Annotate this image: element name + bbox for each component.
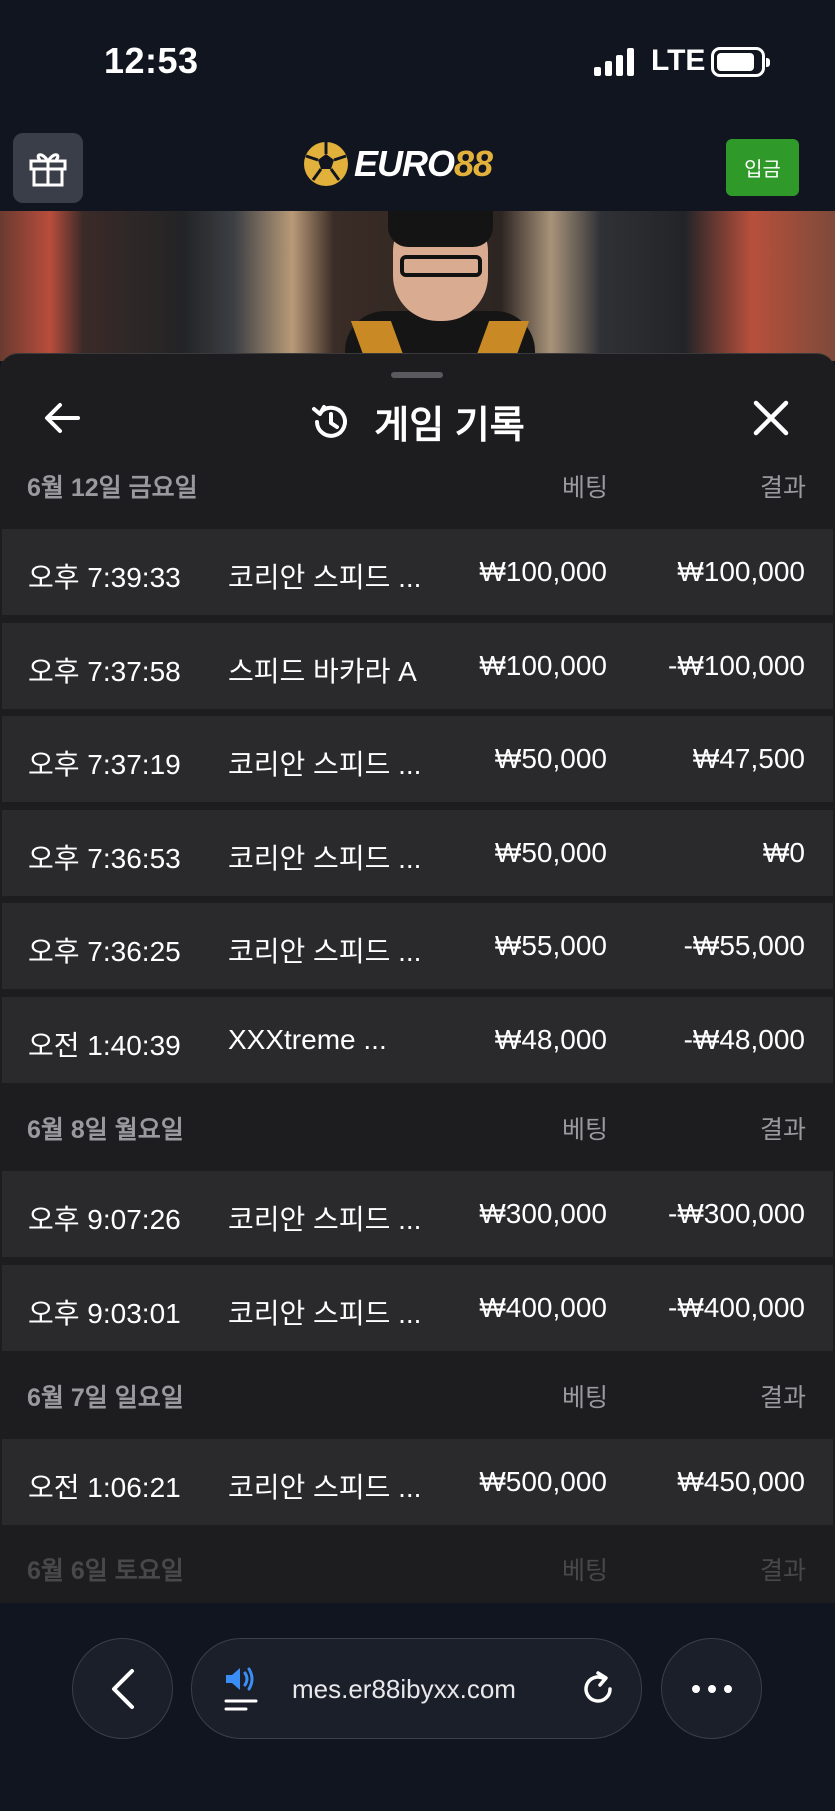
row-result: ₩47,500 xyxy=(692,743,805,774)
more-dot xyxy=(691,1684,700,1693)
gift-icon xyxy=(29,153,67,187)
bet-column-header: 베팅 xyxy=(561,1557,608,1585)
drag-handle[interactable] xyxy=(391,372,443,378)
row-game: XXXtreme ... xyxy=(228,1024,387,1055)
row-result: ₩450,000 xyxy=(677,1466,805,1497)
page-title: 게임 기록 xyxy=(374,405,525,447)
deposit-button[interactable]: 입금 xyxy=(726,139,799,196)
history-icon xyxy=(312,404,348,438)
logo-number: 88 xyxy=(454,143,493,184)
result-column-header: 결과 xyxy=(759,1557,806,1585)
row-bet: ₩400,000 xyxy=(479,1292,607,1323)
status-time: 12:53 xyxy=(104,40,199,81)
row-game: 코리안 스피드 ... xyxy=(228,562,422,593)
row-time: 오후 7:36:53 xyxy=(28,843,181,874)
history-row[interactable]: 오후 7:39:33 코리안 스피드 ... ₩100,000 ₩100,000 xyxy=(2,529,833,615)
group-date: 6월 8일 월요일 xyxy=(27,1116,184,1144)
row-game: 코리안 스피드 ... xyxy=(228,1472,422,1503)
row-bet: ₩300,000 xyxy=(479,1198,607,1229)
row-time: 오후 9:03:01 xyxy=(28,1298,181,1329)
row-result: -₩300,000 xyxy=(668,1198,805,1229)
game-history-sheet: 게임 기록 6월 12일 금요일 베팅 결과 오후 7:39:33 코리안 스피… xyxy=(0,353,835,1603)
browser-toolbar: mes.er88ibyxx.com xyxy=(0,1603,835,1811)
battery-icon xyxy=(711,47,770,77)
gift-button[interactable] xyxy=(13,133,83,203)
date-group-header: 6월 7일 일요일 베팅 결과 xyxy=(0,1364,835,1422)
group-date: 6월 7일 일요일 xyxy=(27,1384,184,1412)
url-text: mes.er88ibyxx.com xyxy=(292,1674,516,1704)
network-label: LTE xyxy=(651,44,706,77)
row-game: 코리안 스피드 ... xyxy=(228,936,422,967)
row-time: 오후 7:37:58 xyxy=(28,656,181,687)
soccer-ball-icon xyxy=(304,142,348,186)
more-dot xyxy=(723,1684,732,1693)
date-group-header: 6월 8일 월요일 베팅 결과 xyxy=(0,1096,835,1154)
row-bet: ₩100,000 xyxy=(479,650,607,681)
row-time: 오후 7:39:33 xyxy=(28,562,181,593)
bet-column-header: 베팅 xyxy=(561,474,608,502)
history-row[interactable]: 오전 1:06:21 코리안 스피드 ... ₩500,000 ₩450,000 xyxy=(2,1439,833,1525)
row-result: -₩55,000 xyxy=(683,930,805,961)
close-icon xyxy=(753,400,789,436)
bet-column-header: 베팅 xyxy=(561,1384,608,1412)
history-row[interactable]: 오후 9:03:01 코리안 스피드 ... ₩400,000 -₩400,00… xyxy=(2,1265,833,1351)
chevron-left-icon xyxy=(111,1668,134,1709)
status-bar: 12:53 LTE xyxy=(0,0,835,125)
row-time: 오후 7:36:25 xyxy=(28,936,181,967)
history-row[interactable]: 오후 7:37:58 스피드 바카라 A ₩100,000 -₩100,000 xyxy=(2,623,833,709)
address-bar[interactable]: mes.er88ibyxx.com xyxy=(191,1638,642,1739)
live-dealer-video xyxy=(0,211,835,361)
row-time: 오후 7:37:19 xyxy=(28,749,181,780)
euro88-logo[interactable]: EURO88 xyxy=(302,139,493,189)
history-row[interactable]: 오후 7:37:19 코리안 스피드 ... ₩50,000 ₩47,500 xyxy=(2,716,833,802)
sheet-title: 게임 기록 xyxy=(0,394,835,449)
speaker-icon xyxy=(224,1667,258,1711)
bet-column-header: 베팅 xyxy=(561,1116,608,1144)
row-game: 코리안 스피드 ... xyxy=(228,1298,422,1329)
row-bet: ₩55,000 xyxy=(494,930,607,961)
date-group-header: 6월 6일 토요일 베팅 결과 xyxy=(0,1537,835,1595)
more-options-button[interactable] xyxy=(661,1638,762,1739)
row-time: 오전 1:06:21 xyxy=(28,1472,181,1503)
row-result: ₩0 xyxy=(763,837,805,868)
row-bet: ₩500,000 xyxy=(479,1466,607,1497)
group-date: 6월 12일 금요일 xyxy=(27,474,198,502)
row-game: 스피드 바카라 A xyxy=(228,656,417,687)
history-row[interactable]: 오후 9:07:26 코리안 스피드 ... ₩300,000 -₩300,00… xyxy=(2,1171,833,1257)
logo-text: EURO xyxy=(354,143,455,184)
row-bet: ₩50,000 xyxy=(494,743,607,774)
row-result: -₩100,000 xyxy=(668,650,805,681)
reload-icon[interactable] xyxy=(578,1669,618,1709)
row-bet: ₩48,000 xyxy=(494,1024,607,1055)
more-dot xyxy=(707,1684,716,1693)
browser-back-button[interactable] xyxy=(72,1638,173,1739)
row-result: -₩400,000 xyxy=(668,1292,805,1323)
row-game: 코리안 스피드 ... xyxy=(228,843,422,874)
history-row[interactable]: 오전 1:40:39 XXXtreme ... ₩48,000 -₩48,000 xyxy=(2,997,833,1083)
row-result: ₩100,000 xyxy=(677,556,805,587)
date-group-header: 6월 12일 금요일 베팅 결과 xyxy=(0,454,835,512)
app-header: EURO88 입금 xyxy=(0,125,835,211)
row-result: -₩48,000 xyxy=(683,1024,805,1055)
signal-icon xyxy=(594,48,636,76)
row-time: 오전 1:40:39 xyxy=(28,1030,181,1061)
row-bet: ₩100,000 xyxy=(479,556,607,587)
history-row[interactable]: 오후 7:36:53 코리안 스피드 ... ₩50,000 ₩0 xyxy=(2,810,833,896)
row-game: 코리안 스피드 ... xyxy=(228,749,422,780)
result-column-header: 결과 xyxy=(759,1116,806,1144)
row-bet: ₩50,000 xyxy=(494,837,607,868)
row-time: 오후 9:07:26 xyxy=(28,1204,181,1235)
result-column-header: 결과 xyxy=(759,1384,806,1412)
history-row[interactable]: 오후 7:36:25 코리안 스피드 ... ₩55,000 -₩55,000 xyxy=(2,903,833,989)
result-column-header: 결과 xyxy=(759,474,806,502)
close-button[interactable] xyxy=(751,398,791,438)
group-date: 6월 6일 토요일 xyxy=(27,1557,184,1585)
row-game: 코리안 스피드 ... xyxy=(228,1204,422,1235)
